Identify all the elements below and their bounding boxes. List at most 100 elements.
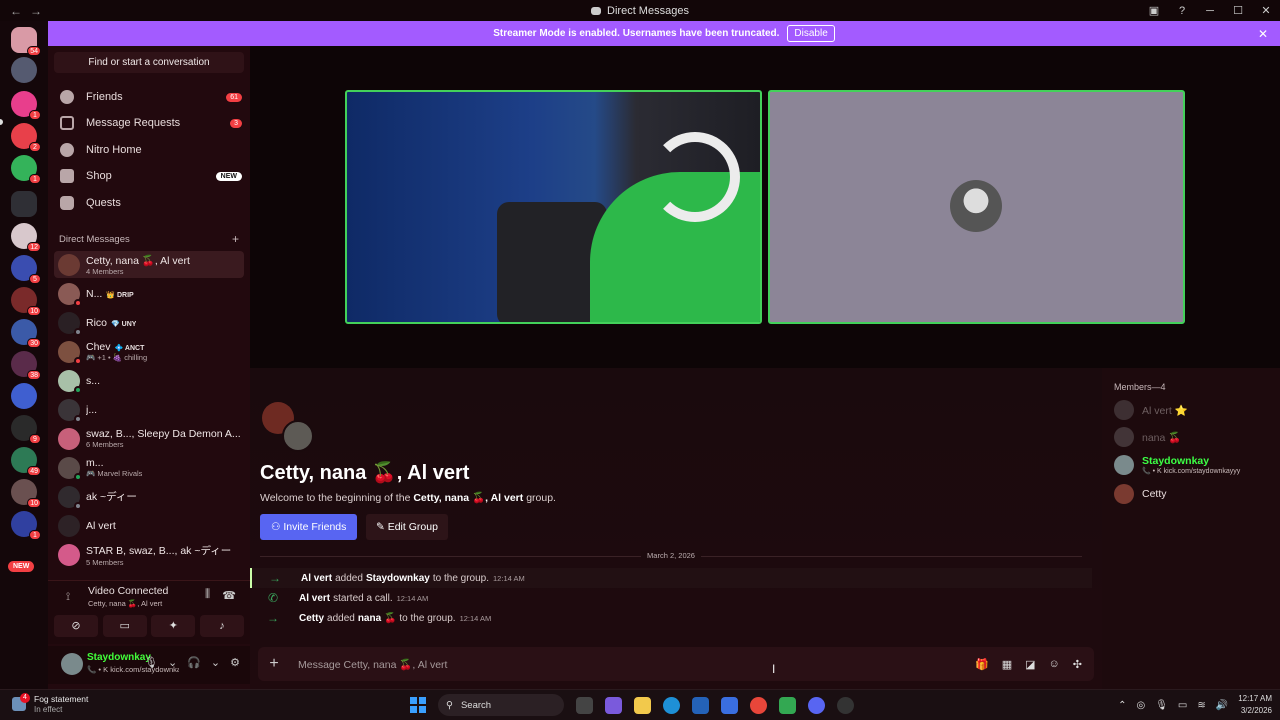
dm-item[interactable]: j... [54,396,244,423]
camera-off-icon[interactable]: ⊘ [54,615,98,637]
server-icon[interactable]: 10 [11,479,41,508]
help-icon[interactable]: ? [1168,5,1196,17]
dm-item[interactable]: N... 👑 DRIP [54,280,244,307]
member-item[interactable]: nana 🍒 [1114,425,1181,449]
store-icon[interactable] [692,696,709,714]
server-icon[interactable]: 30 [11,319,41,348]
minimize-button[interactable]: ─ [1196,5,1224,17]
message-actor[interactable]: Cetty [299,613,324,624]
soundboard-icon[interactable]: ♪ [199,615,244,637]
wifi-icon[interactable]: ≋ [1197,700,1205,711]
server-icon[interactable]: 5 [11,255,41,284]
sidebar-item-friends[interactable]: Friends 61 [56,86,242,108]
outlook-icon[interactable] [721,696,738,714]
microphone-icon[interactable]: 🎙 [144,656,158,669]
disconnect-icon[interactable]: ☎ [222,589,236,602]
server-icon[interactable]: 49 [11,447,41,476]
back-arrow-icon[interactable]: ← [10,4,22,18]
voice-channel[interactable]: Cetty, nana 🍒, Al vert [88,599,162,608]
server-icon[interactable]: 10 [11,287,41,316]
dm-item[interactable]: s... [54,367,244,394]
forward-arrow-icon[interactable]: → [30,4,42,18]
screen-share-icon[interactable]: ▭ [102,615,147,637]
edit-group-button[interactable]: ✎ Edit Group [366,514,448,540]
server-icon[interactable]: 2 [11,123,41,152]
volume-icon[interactable]: 🔊 [1216,700,1228,711]
close-icon[interactable]: ✕ [1258,27,1268,41]
server-icon[interactable]: 12 [11,223,41,252]
message-composer[interactable]: + Message Cetty, nana 🍒, Al vert 🎁 ▦ ◪ ☺… [258,647,1094,681]
attach-plus-icon[interactable]: + [258,655,290,673]
message-actor[interactable]: Al vert [299,593,330,604]
network-icon[interactable]: ▭ [1178,700,1187,711]
emoji-icon[interactable]: ☺ [1049,658,1060,671]
sidebar-item-nitro[interactable]: Nitro Home [56,139,242,161]
gif-icon[interactable]: ▦ [1002,658,1012,671]
app-icon[interactable] [837,696,854,714]
invite-friends-button[interactable]: ⚇ Invite Friends [260,514,358,540]
server-icon[interactable] [11,57,37,83]
dm-item[interactable]: Al vert [54,512,244,539]
voice-status[interactable]: Video Connected [88,585,168,597]
message-target[interactable]: Staydownkay [366,573,430,584]
server-icon[interactable] [11,383,37,409]
server-icon[interactable]: 1 [11,91,41,120]
tray-app-icon[interactable]: ◎ [1136,700,1145,711]
server-icon[interactable]: 38 [11,351,41,380]
signal-icon[interactable]: ⟟ [66,591,70,604]
chevron-down-icon[interactable]: ⌄ [168,656,177,669]
find-conversation-input[interactable]: Find or start a conversation [54,52,244,73]
dm-item[interactable]: Rico 💎 UNY [54,309,244,336]
sidebar-item-shop[interactable]: Shop NEW [56,165,242,187]
activities-icon[interactable]: ✦ [151,615,196,637]
inbox-icon[interactable]: ▣ [1140,4,1168,17]
video-tile[interactable] [345,90,762,324]
discord-icon[interactable] [808,696,825,714]
close-window-button[interactable]: ✕ [1252,4,1280,17]
file-explorer-icon[interactable] [634,696,651,714]
taskbar-search[interactable]: ⚲ Search [438,694,564,716]
video-tile[interactable] [768,90,1185,324]
server-icon[interactable]: 1 [11,511,41,540]
message-input[interactable]: Message Cetty, nana 🍒, Al vert [290,658,975,671]
home-dm-button[interactable]: 54 [11,27,41,56]
apps-icon[interactable]: ✣ [1073,658,1082,671]
gear-icon[interactable]: ⚙ [230,656,240,669]
noise-suppression-icon[interactable]: ⫼ [205,588,210,601]
username[interactable]: Staydownkay [87,652,151,663]
app-icon[interactable] [605,696,622,714]
microphone-icon[interactable]: 🎙 [1155,700,1168,711]
maximize-button[interactable]: ☐ [1224,4,1252,17]
chrome-icon[interactable] [750,696,767,714]
clock[interactable]: 12:17 AM 3/2/2026 [1238,693,1272,717]
sidebar-item-message-requests[interactable]: Message Requests 3 [56,112,242,134]
gift-icon[interactable]: 🎁 [975,658,989,671]
dm-item[interactable]: swaz, B..., Sleepy Da Demon A... 6 Member… [54,425,244,452]
server-icon[interactable]: 9 [11,415,41,444]
sticker-icon[interactable]: ◪ [1025,658,1035,671]
windows-start-icon[interactable] [410,697,426,713]
chevron-up-icon[interactable]: ⌃ [1118,700,1126,711]
message-target[interactable]: nana 🍒 [358,613,397,624]
headphones-icon[interactable]: 🎧 [187,656,201,669]
dm-item[interactable]: m... 🎮 Marvel Rivals [54,454,244,481]
dm-item[interactable]: ak ~ディー [54,483,244,510]
dm-item[interactable]: Chev 💠 ANCT 🎮 +1 • 🍇 chilling [54,338,244,365]
message-actor[interactable]: Al vert [301,573,332,584]
new-servers-tag[interactable]: NEW [8,561,35,572]
chevron-down-icon[interactable]: ⌄ [211,656,220,669]
task-view-icon[interactable] [576,696,593,714]
dm-item[interactable]: Cetty, nana 🍒, Al vert 4 Members [54,251,244,278]
server-icon[interactable] [11,191,37,217]
member-item[interactable]: Cetty [1114,482,1167,506]
disable-button[interactable]: Disable [787,25,835,42]
app-icon[interactable] [779,696,796,714]
create-dm-plus-icon[interactable]: + [232,233,239,245]
dm-item[interactable]: STAR B, swaz, B..., ak ~ディー 5 Members [54,541,244,568]
avatar[interactable] [61,653,83,675]
server-icon[interactable]: 1 [11,155,41,184]
member-item[interactable]: Al vert ⭐ [1114,398,1188,422]
member-item[interactable]: Staydownkay 📞 • K kick.com/staydownkayyy [1114,453,1240,477]
edge-icon[interactable] [663,696,680,714]
sidebar-item-quests[interactable]: Quests [56,192,242,214]
